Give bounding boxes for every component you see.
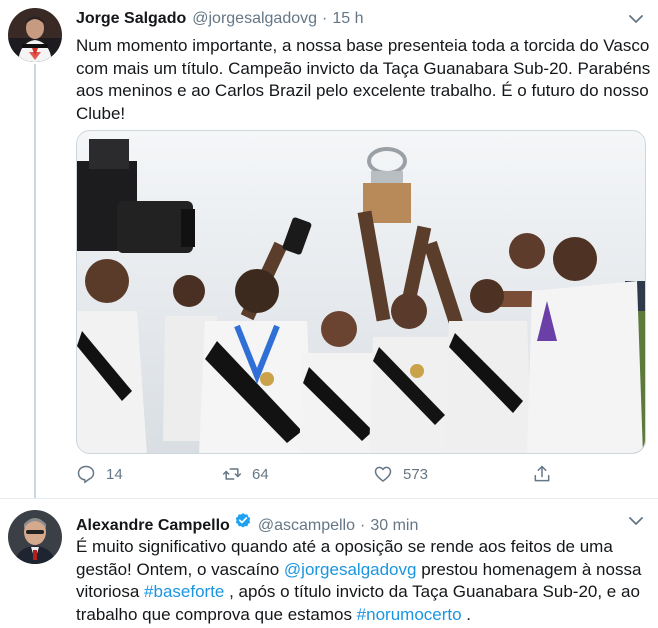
reply-count: 14	[106, 465, 123, 483]
author-handle[interactable]: @ascampello	[258, 517, 355, 535]
share-icon	[534, 465, 550, 482]
tweet-header: Alexandre Campello @ascampello · 30 min	[76, 512, 418, 535]
text-segment: É muito significativo quando até a oposi…	[76, 537, 613, 556]
tweet-text-line: gestão! Ontem, o vascaíno @jorgesalgadov…	[76, 559, 641, 582]
avatar-alexandre-campello[interactable]	[8, 510, 62, 564]
tweet-text-line: vitoriosa #baseforte , após o título inv…	[76, 581, 640, 604]
text-segment: .	[461, 604, 472, 624]
tweet-text-line: aos meninos e ao Carlos Brazil pelo exce…	[76, 81, 649, 100]
header-separator: ·	[360, 517, 366, 534]
author-name[interactable]: Jorge Salgado	[76, 10, 186, 28]
retweet-button[interactable]: 64	[222, 464, 269, 484]
like-button[interactable]: 573	[373, 464, 428, 484]
hashtag-link[interactable]: #norumocerto	[357, 605, 462, 624]
chevron-down-icon[interactable]	[628, 14, 644, 24]
tweet-text-line: Num momento importante, a nossa base pre…	[76, 36, 650, 55]
tweet-text: Num momento importante, a nossa base pre…	[76, 35, 651, 125]
text-segment: vitoriosa	[76, 582, 145, 601]
tweet-text-line: com mais um título. Campeão invicto da T…	[76, 58, 651, 78]
tweet-text-line: Clube!	[76, 103, 126, 123]
text-segment: gestão! Ontem, o vascaíno	[76, 559, 284, 579]
tweet-timestamp[interactable]: 15 h	[332, 10, 363, 28]
like-icon	[374, 466, 392, 482]
share-button[interactable]	[532, 464, 562, 484]
author-handle[interactable]: @jorgesalgadovg	[192, 10, 317, 28]
text-segment: prestou homenagem à nossa	[416, 559, 642, 579]
tweet-divider	[0, 498, 658, 499]
mention-link[interactable]: @jorgesalgadovg	[284, 560, 417, 579]
tweet-timestamp[interactable]: 30 min	[370, 517, 418, 535]
header-separator: ·	[322, 10, 328, 27]
tweet-alexandre-campello[interactable]: Alexandre Campello @ascampello · 30 min …	[0, 500, 658, 628]
tweet-text-line: É muito significativo quando até a oposi…	[76, 536, 636, 559]
text-segment: trabalho que comprova que estamos	[76, 604, 357, 624]
avatar-image	[8, 510, 62, 564]
avatar-jorge-salgado[interactable]	[8, 8, 62, 62]
tweet-jorge-salgado[interactable]: Jorge Salgado @jorgesalgadovg · 15 h Num…	[0, 0, 658, 498]
tweet-actions: 14 64 573	[76, 464, 556, 490]
author-name[interactable]: Alexandre Campello	[76, 517, 230, 535]
reply-icon	[77, 465, 95, 484]
thread-connector-line	[34, 64, 36, 498]
retweet-count: 64	[252, 465, 269, 483]
celebration-photo-illustration	[77, 131, 645, 453]
hashtag-link[interactable]: #baseforte	[144, 582, 224, 601]
verified-icon	[235, 513, 251, 528]
like-count: 573	[403, 465, 429, 483]
tweet-text-line: trabalho que comprova que estamos #norum…	[76, 604, 636, 627]
text-segment: , após o título invicto da Taça Guanabar…	[224, 582, 640, 601]
tweet-header: Jorge Salgado @jorgesalgadovg · 15 h	[76, 10, 363, 28]
tweet-photo[interactable]	[76, 130, 646, 454]
avatar-image	[8, 8, 62, 62]
retweet-icon	[222, 468, 242, 480]
chevron-down-icon[interactable]	[628, 516, 644, 526]
reply-button[interactable]: 14	[76, 464, 123, 484]
tweet-text: É muito significativo quando até a oposi…	[76, 536, 641, 627]
